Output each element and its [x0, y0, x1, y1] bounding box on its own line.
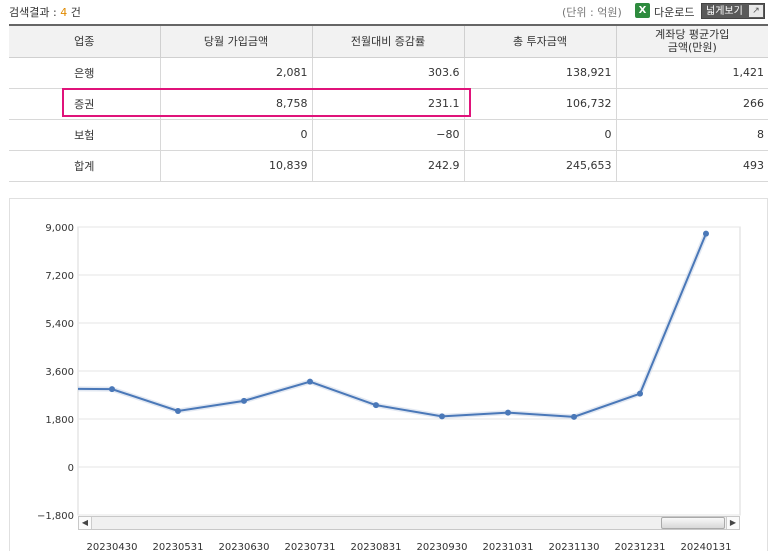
series-line-shadow	[77, 232, 709, 420]
x-tick-label: 20231031	[483, 542, 534, 551]
data-point	[571, 413, 577, 420]
x-tick-label: 20230531	[153, 542, 204, 551]
x-tick-label: 20231130	[549, 542, 600, 551]
data-point	[373, 402, 379, 409]
y-tick-label: 5,400	[45, 319, 74, 330]
x-tick-label: 20230930	[417, 542, 468, 551]
y-tick-label: −1,800	[37, 511, 74, 522]
y-tick-label: 9,000	[45, 223, 74, 234]
series-line	[77, 233, 707, 418]
data-point	[637, 390, 643, 397]
data-point	[439, 413, 445, 420]
data-point	[307, 378, 313, 385]
data-point	[175, 408, 181, 414]
y-tick-label: 1,800	[45, 415, 74, 426]
line-chart: 9,000 7,200 5,400 3,600 1,800 0 −1,800 20230430…	[37, 223, 741, 551]
data-point	[703, 230, 709, 237]
data-point	[505, 409, 511, 416]
x-tick-label: 20230430	[87, 542, 138, 551]
x-tick-label: 20230731	[285, 542, 336, 551]
chart-scrollbar[interactable]: ◀ ▶	[78, 516, 740, 530]
data-point	[109, 386, 115, 393]
x-tick-label: 20240131	[681, 542, 732, 551]
data-point	[241, 397, 247, 404]
y-tick-label: 7,200	[45, 271, 74, 282]
x-tick-label: 20231231	[615, 542, 666, 551]
scroll-left-icon[interactable]: ◀	[79, 517, 92, 529]
x-tick-label: 20230831	[351, 542, 402, 551]
y-tick-label: 3,600	[45, 367, 74, 378]
scroll-thumb[interactable]	[661, 517, 725, 529]
scroll-right-icon[interactable]: ▶	[726, 517, 739, 529]
x-tick-label: 20230630	[219, 542, 270, 551]
y-tick-label: 0	[68, 463, 74, 474]
